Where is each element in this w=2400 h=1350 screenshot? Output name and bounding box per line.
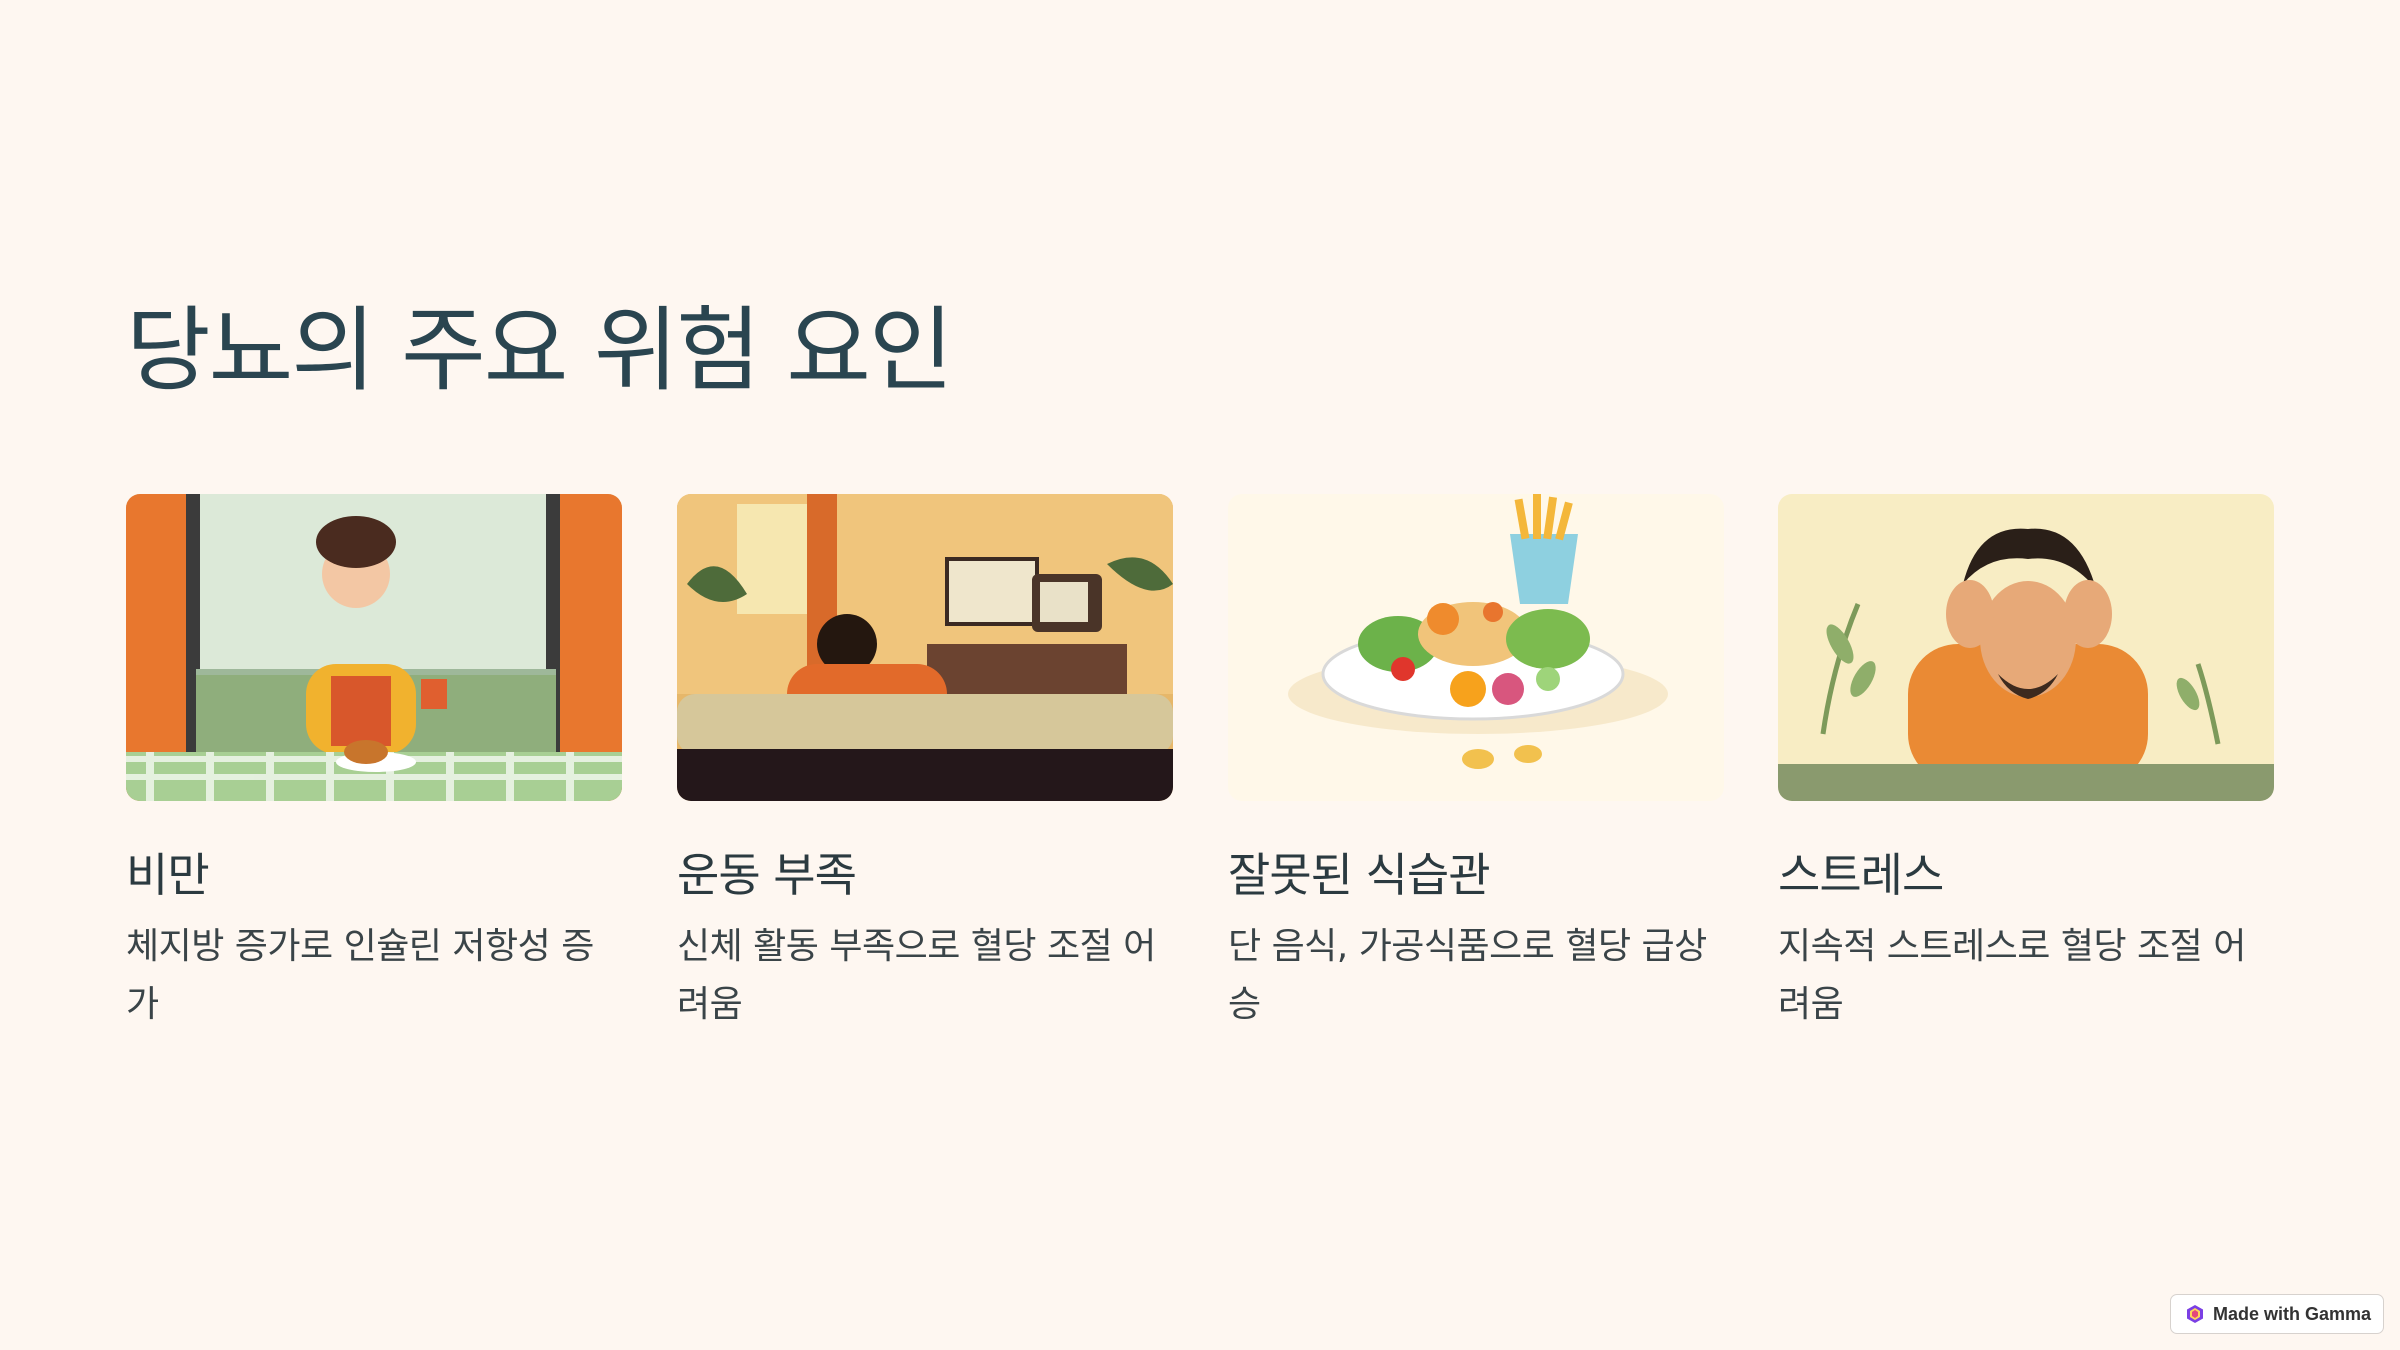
card-description: 지속적 스트레스로 혈당 조절 어려움	[1778, 926, 2246, 1025]
card-obesity: 비만 체지방 증가로 인슐린 저항성 증가	[126, 494, 622, 1025]
card-description: 체지방 증가로 인슐린 저항성 증가	[126, 926, 594, 1025]
made-with-gamma-badge[interactable]: Made with Gamma	[2170, 1294, 2384, 1334]
lack-of-exercise-illustration	[677, 494, 1173, 801]
card-description: 단 음식, 가공식품으로 혈당 급상승	[1228, 926, 1707, 1025]
card-title: 스트레스	[1778, 848, 1944, 902]
card-stress: 스트레스 지속적 스트레스로 혈당 조절 어려움	[1778, 494, 2274, 1025]
card-title: 운동 부족	[677, 848, 857, 902]
slide-title: 당뇨의 주요 위험 요인	[126, 297, 953, 404]
stress-illustration	[1778, 494, 2274, 801]
gamma-logo-icon	[2187, 1305, 2203, 1323]
card-title: 비만	[126, 848, 210, 902]
poor-diet-illustration	[1228, 494, 1724, 801]
card-title: 잘못된 식습관	[1228, 848, 1491, 902]
obesity-illustration	[126, 494, 622, 801]
card-lack-of-exercise: 운동 부족 신체 활동 부족으로 혈당 조절 어려움	[677, 494, 1173, 1025]
badge-label: Made with Gamma	[2213, 1303, 2372, 1324]
card-description: 신체 활동 부족으로 혈당 조절 어려움	[677, 926, 1156, 1025]
card-poor-diet: 잘못된 식습관 단 음식, 가공식품으로 혈당 급상승	[1228, 494, 1724, 1025]
